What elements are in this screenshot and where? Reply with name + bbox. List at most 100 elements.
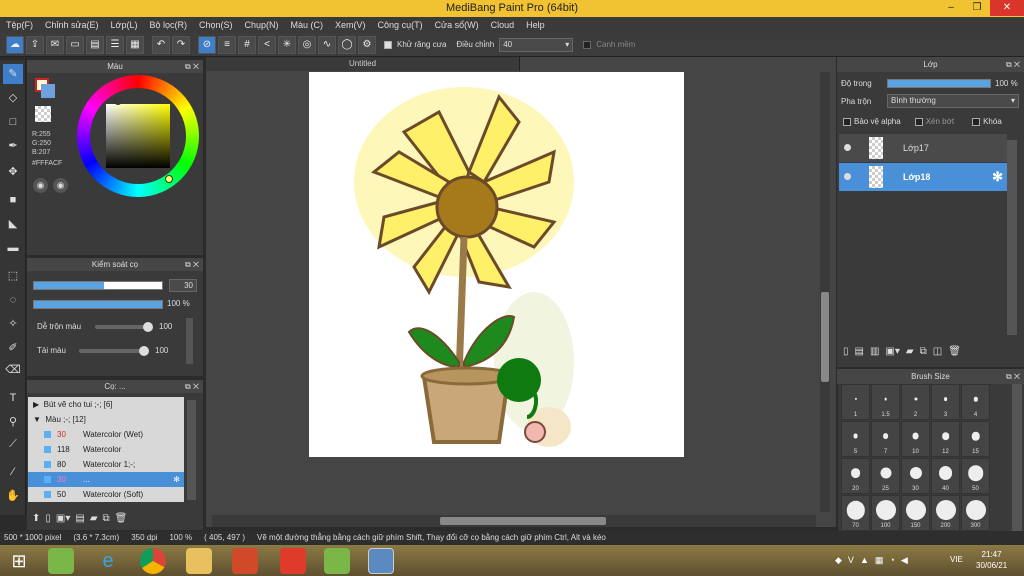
folder-icon[interactable]: ▰ bbox=[906, 346, 914, 357]
maximize-button[interactable]: ❐ bbox=[964, 0, 990, 16]
brush-size-option[interactable]: 7 bbox=[871, 421, 900, 457]
protect-alpha-checkbox[interactable] bbox=[843, 117, 851, 126]
magic-wand-icon[interactable]: ✧ bbox=[3, 314, 23, 334]
grid-icon[interactable]: ▦ bbox=[126, 35, 144, 54]
panel-close-icon[interactable]: ⧉ ✕ bbox=[1006, 369, 1020, 384]
snap-vanish-icon[interactable]: < bbox=[258, 35, 276, 54]
tray-icon-2[interactable]: ▲ bbox=[860, 555, 869, 567]
cloud-icon[interactable]: ☁ bbox=[6, 35, 24, 54]
comment-icon[interactable]: ✉ bbox=[46, 35, 64, 54]
menu-edit[interactable]: Chỉnh sửa(E) bbox=[39, 17, 105, 33]
wifi-icon[interactable]: ◔ bbox=[889, 555, 894, 567]
menu-select[interactable]: Chọn(S) bbox=[193, 17, 239, 33]
add-brush-icon[interactable]: ▣▾ bbox=[56, 513, 70, 524]
gradient-tool-icon[interactable]: ▬ bbox=[3, 238, 23, 258]
rect-tool-icon[interactable]: □ bbox=[3, 112, 23, 132]
color-amount-slider-knob[interactable] bbox=[139, 346, 149, 356]
menu-help[interactable]: Help bbox=[520, 17, 551, 33]
brush-size-slider[interactable] bbox=[33, 281, 163, 290]
app2-icon[interactable] bbox=[324, 548, 350, 574]
operation-tool-icon[interactable]: ⚲ bbox=[3, 412, 23, 432]
brush-item[interactable]: 118 Watercolor bbox=[28, 442, 184, 457]
select-pen-icon[interactable]: ✐ bbox=[3, 338, 23, 358]
app-icon[interactable] bbox=[280, 548, 306, 574]
horizontal-scrollbar[interactable] bbox=[212, 515, 816, 527]
brush-size-option[interactable]: 3 bbox=[931, 384, 960, 420]
blend-slider-knob[interactable] bbox=[143, 322, 153, 332]
new-brush-icon[interactable]: ▯ bbox=[45, 513, 51, 524]
folder-icon[interactable] bbox=[186, 548, 212, 574]
brush-size-option[interactable]: 50 bbox=[961, 458, 990, 494]
undo-icon[interactable]: ↶ bbox=[152, 35, 170, 54]
duplicate-icon[interactable]: ⧉ bbox=[103, 513, 110, 524]
brush-size-option[interactable]: 20 bbox=[841, 458, 870, 494]
brush-item[interactable]: 30 Watercolor (Wet) bbox=[28, 427, 184, 442]
brush-group-1[interactable]: ▶ Bút vẽ cho tui ;-; [6] bbox=[28, 397, 184, 412]
brush-tool-icon[interactable]: ✎ bbox=[3, 64, 23, 84]
scrollbar[interactable] bbox=[186, 318, 193, 364]
layer-scrollbar[interactable] bbox=[1007, 140, 1017, 335]
brush-opacity-slider[interactable] bbox=[33, 300, 163, 309]
medibang-icon[interactable] bbox=[368, 548, 394, 574]
language[interactable]: VIE bbox=[950, 555, 963, 564]
brush-size-option[interactable]: 4 bbox=[961, 384, 990, 420]
brush-size-scrollbar[interactable] bbox=[1012, 384, 1022, 531]
comment2-icon[interactable]: ▭ bbox=[66, 35, 84, 54]
brush-download-icon[interactable]: ⬆ bbox=[32, 513, 40, 524]
brush-settings-icon[interactable]: ▤ bbox=[75, 513, 84, 524]
merge-layer-icon[interactable]: ◫ bbox=[933, 346, 942, 357]
menu-view[interactable]: Xem(V) bbox=[329, 17, 372, 33]
snap-radial-icon[interactable]: ✳ bbox=[278, 35, 296, 54]
eye-icon[interactable] bbox=[844, 144, 851, 151]
brush-size-option[interactable]: 1 bbox=[841, 384, 870, 420]
trash-icon[interactable]: 🗑 bbox=[948, 346, 961, 357]
windows-start-icon[interactable]: ⊞ bbox=[6, 548, 32, 574]
snap-circle-icon[interactable]: ◎ bbox=[298, 35, 316, 54]
tray-v-icon[interactable]: V bbox=[848, 555, 854, 567]
bluestacks-icon[interactable] bbox=[48, 548, 74, 574]
brush-size-option[interactable]: 1.5 bbox=[871, 384, 900, 420]
menu-snap[interactable]: Chụp(N) bbox=[239, 17, 285, 33]
brush-size-option[interactable]: 40 bbox=[931, 458, 960, 494]
layer-row[interactable]: Lớp17 bbox=[839, 134, 1007, 162]
brush-item-selected[interactable]: 30... ✻ bbox=[28, 472, 184, 487]
snap-parallel-icon[interactable]: ≡ bbox=[218, 35, 236, 54]
panel-close-icon[interactable]: ⧉ ✕ bbox=[185, 258, 199, 271]
add-layer-menu-icon[interactable]: ▣▾ bbox=[885, 346, 899, 357]
panel-close-icon[interactable]: ⧉ ✕ bbox=[185, 60, 199, 73]
antialias-checkbox[interactable] bbox=[384, 40, 392, 49]
brush-size-option[interactable]: 100 bbox=[871, 495, 900, 531]
share-icon[interactable]: ⇪ bbox=[26, 35, 44, 54]
select-rect-icon[interactable]: ⬚ bbox=[3, 266, 23, 286]
eraser-tool-icon[interactable]: ◇ bbox=[3, 88, 23, 108]
color-amount-slider[interactable] bbox=[79, 349, 147, 353]
new-layer-icon[interactable]: ▯ bbox=[843, 346, 849, 357]
menu-layer[interactable]: Lớp(L) bbox=[105, 17, 144, 33]
folder-icon[interactable]: ▰ bbox=[90, 513, 98, 524]
chrome-icon[interactable] bbox=[140, 548, 166, 574]
menu-window[interactable]: Cửa sổ(W) bbox=[429, 17, 485, 33]
scrollbar[interactable] bbox=[187, 400, 196, 500]
divide-tool-icon[interactable]: ⟋ bbox=[3, 434, 23, 454]
brush-size-option[interactable]: 300 bbox=[961, 495, 990, 531]
ie-icon[interactable]: e bbox=[95, 548, 121, 574]
brush-size-option[interactable]: 10 bbox=[901, 421, 930, 457]
brush-size-option[interactable]: 30 bbox=[901, 458, 930, 494]
close-button[interactable]: ✕ bbox=[990, 0, 1024, 16]
brush-item[interactable]: 80 Watercolor 1;-; bbox=[28, 457, 184, 472]
snap-off-icon[interactable]: ⊘ bbox=[198, 35, 216, 54]
bucket-tool-icon[interactable]: ◣ bbox=[3, 214, 23, 234]
document-tab[interactable]: Untitled bbox=[206, 57, 520, 71]
brush-size-option[interactable]: 15 bbox=[961, 421, 990, 457]
select-eraser-icon[interactable]: ⌫ bbox=[3, 360, 23, 380]
adjust-dropdown[interactable]: 40 ▾ bbox=[499, 37, 574, 52]
brush-group-2[interactable]: ▼ Màu ;-; [12] bbox=[28, 412, 184, 427]
pen-tool-icon[interactable]: ✒ bbox=[3, 136, 23, 156]
brush-size-option[interactable]: 2 bbox=[901, 384, 930, 420]
settings-gear-icon[interactable]: ⚙ bbox=[358, 35, 376, 54]
canvas-paper[interactable] bbox=[309, 72, 684, 457]
duplicate-layer-icon[interactable]: ⧉ bbox=[920, 346, 927, 357]
redo-icon[interactable]: ↷ bbox=[172, 35, 190, 54]
snap-curve-icon[interactable]: ∿ bbox=[318, 35, 336, 54]
snap-cross-icon[interactable]: # bbox=[238, 35, 256, 54]
